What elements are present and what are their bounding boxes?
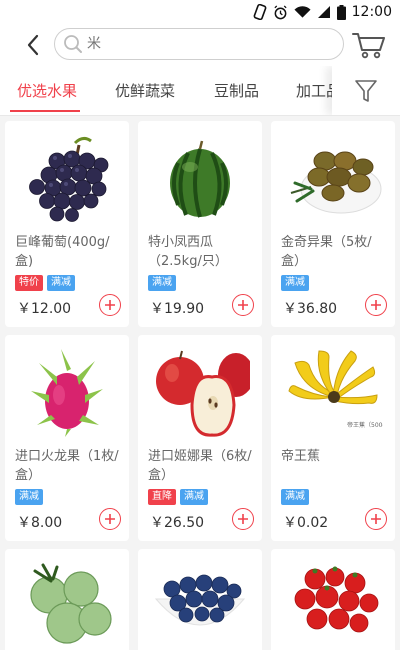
signal-icon	[317, 6, 330, 18]
chevron-left-icon	[27, 34, 39, 56]
tag-discount: 满减	[15, 489, 43, 505]
product-card[interactable]	[5, 549, 129, 650]
add-to-cart-button[interactable]	[232, 508, 254, 530]
product-price: ￥12.00	[17, 301, 72, 317]
status-time: 12:00	[351, 4, 392, 20]
cart-icon	[352, 33, 385, 59]
tab-fruits[interactable]: 优选水果	[17, 80, 77, 101]
banana-image-label: 帝王蕉（500g）	[347, 421, 383, 429]
wifi-icon	[294, 6, 311, 18]
tag-special-price: 特价	[15, 275, 43, 291]
watermelon-image	[170, 140, 230, 218]
plus-icon	[105, 514, 115, 524]
product-tags: 满减	[15, 489, 43, 505]
product-name: 帝王蕉	[281, 449, 321, 464]
kiwi-image	[290, 151, 382, 214]
tab-tofu[interactable]: 豆制品	[214, 80, 259, 101]
product-price: ￥26.50	[150, 515, 205, 531]
banana-image: 帝王蕉（500g）	[288, 350, 383, 429]
product-card[interactable]	[138, 549, 262, 650]
melon-image	[30, 563, 112, 644]
product-name: 特小凤西瓜（2.5kg/只）	[148, 235, 228, 269]
tag-discount: 满减	[180, 489, 208, 505]
add-to-cart-button[interactable]	[99, 294, 121, 316]
back-button[interactable]	[20, 32, 46, 58]
product-card[interactable]: 特小凤西瓜（2.5kg/只） 满减 ￥19.90	[138, 121, 262, 327]
plus-icon	[238, 514, 248, 524]
product-card[interactable]: 进口姬娜果（6枚/盒） 直降 满减 ￥26.50	[138, 335, 262, 541]
product-card[interactable]: 进口火龙果（1枚/盒） 满减 ￥8.00	[5, 335, 129, 541]
product-tags: 满减	[148, 275, 176, 291]
active-tab-indicator	[10, 110, 80, 112]
product-tags: 满减	[281, 275, 309, 291]
tomato-image	[294, 566, 379, 633]
product-tags: 满减	[281, 489, 309, 505]
header	[0, 24, 400, 66]
tag-discount: 满减	[148, 275, 176, 291]
tag-price-drop: 直降	[148, 489, 176, 505]
product-price: ￥19.90	[150, 301, 205, 317]
status-bar: 12:00	[0, 0, 400, 24]
add-to-cart-button[interactable]	[365, 294, 387, 316]
plus-icon	[238, 300, 248, 310]
battery-icon	[336, 4, 346, 20]
product-price: ￥8.00	[17, 515, 63, 531]
vibrate-icon	[253, 4, 267, 20]
tab-vegetables[interactable]: 优鲜蔬菜	[115, 80, 175, 101]
grape-image	[29, 136, 109, 222]
product-card[interactable]: 金奇异果（5枚/盒） 满减 ￥36.80	[271, 121, 395, 327]
tag-discount: 满减	[281, 489, 309, 505]
plus-icon	[105, 300, 115, 310]
product-name: 金奇异果（5枚/盒）	[281, 235, 372, 269]
apple-image	[156, 350, 250, 437]
cart-button[interactable]	[350, 28, 388, 62]
status-icons: 12:00	[253, 3, 392, 21]
product-name: 巨峰葡萄(400g/盒)	[15, 235, 110, 269]
search-input[interactable]	[87, 36, 327, 52]
search-box[interactable]	[54, 28, 344, 60]
product-price: ￥0.02	[283, 515, 329, 531]
product-card[interactable]: 巨峰葡萄(400g/盒) 特价 满减 ￥12.00	[5, 121, 129, 327]
product-grid: 巨峰葡萄(400g/盒) 特价 满减 ￥12.00 特小凤西瓜（2.5kg/只）…	[0, 117, 400, 650]
plus-icon	[371, 300, 381, 310]
tag-discount: 满减	[281, 275, 309, 291]
add-to-cart-button[interactable]	[99, 508, 121, 530]
product-card[interactable]	[271, 549, 395, 650]
tag-discount: 满减	[47, 275, 75, 291]
product-tags: 特价 满减	[15, 275, 75, 291]
filter-button[interactable]	[332, 66, 400, 115]
product-name: 进口火龙果（1枚/盒）	[15, 449, 119, 483]
add-to-cart-button[interactable]	[365, 508, 387, 530]
dragonfruit-image	[31, 349, 103, 437]
add-to-cart-button[interactable]	[232, 294, 254, 316]
product-name: 进口姬娜果（6枚/盒）	[148, 449, 252, 483]
plus-icon	[371, 514, 381, 524]
product-tags: 直降 满减	[148, 489, 208, 505]
category-tabs: 优选水果 优鲜蔬菜 豆制品 加工品	[0, 66, 400, 116]
search-icon	[64, 35, 82, 53]
product-card[interactable]: 帝王蕉（500g） 帝王蕉 满减 ￥0.02	[271, 335, 395, 541]
filter-icon	[355, 79, 377, 102]
alarm-icon	[274, 4, 287, 19]
product-price: ￥36.80	[283, 301, 338, 317]
blueberry-image	[154, 574, 246, 626]
